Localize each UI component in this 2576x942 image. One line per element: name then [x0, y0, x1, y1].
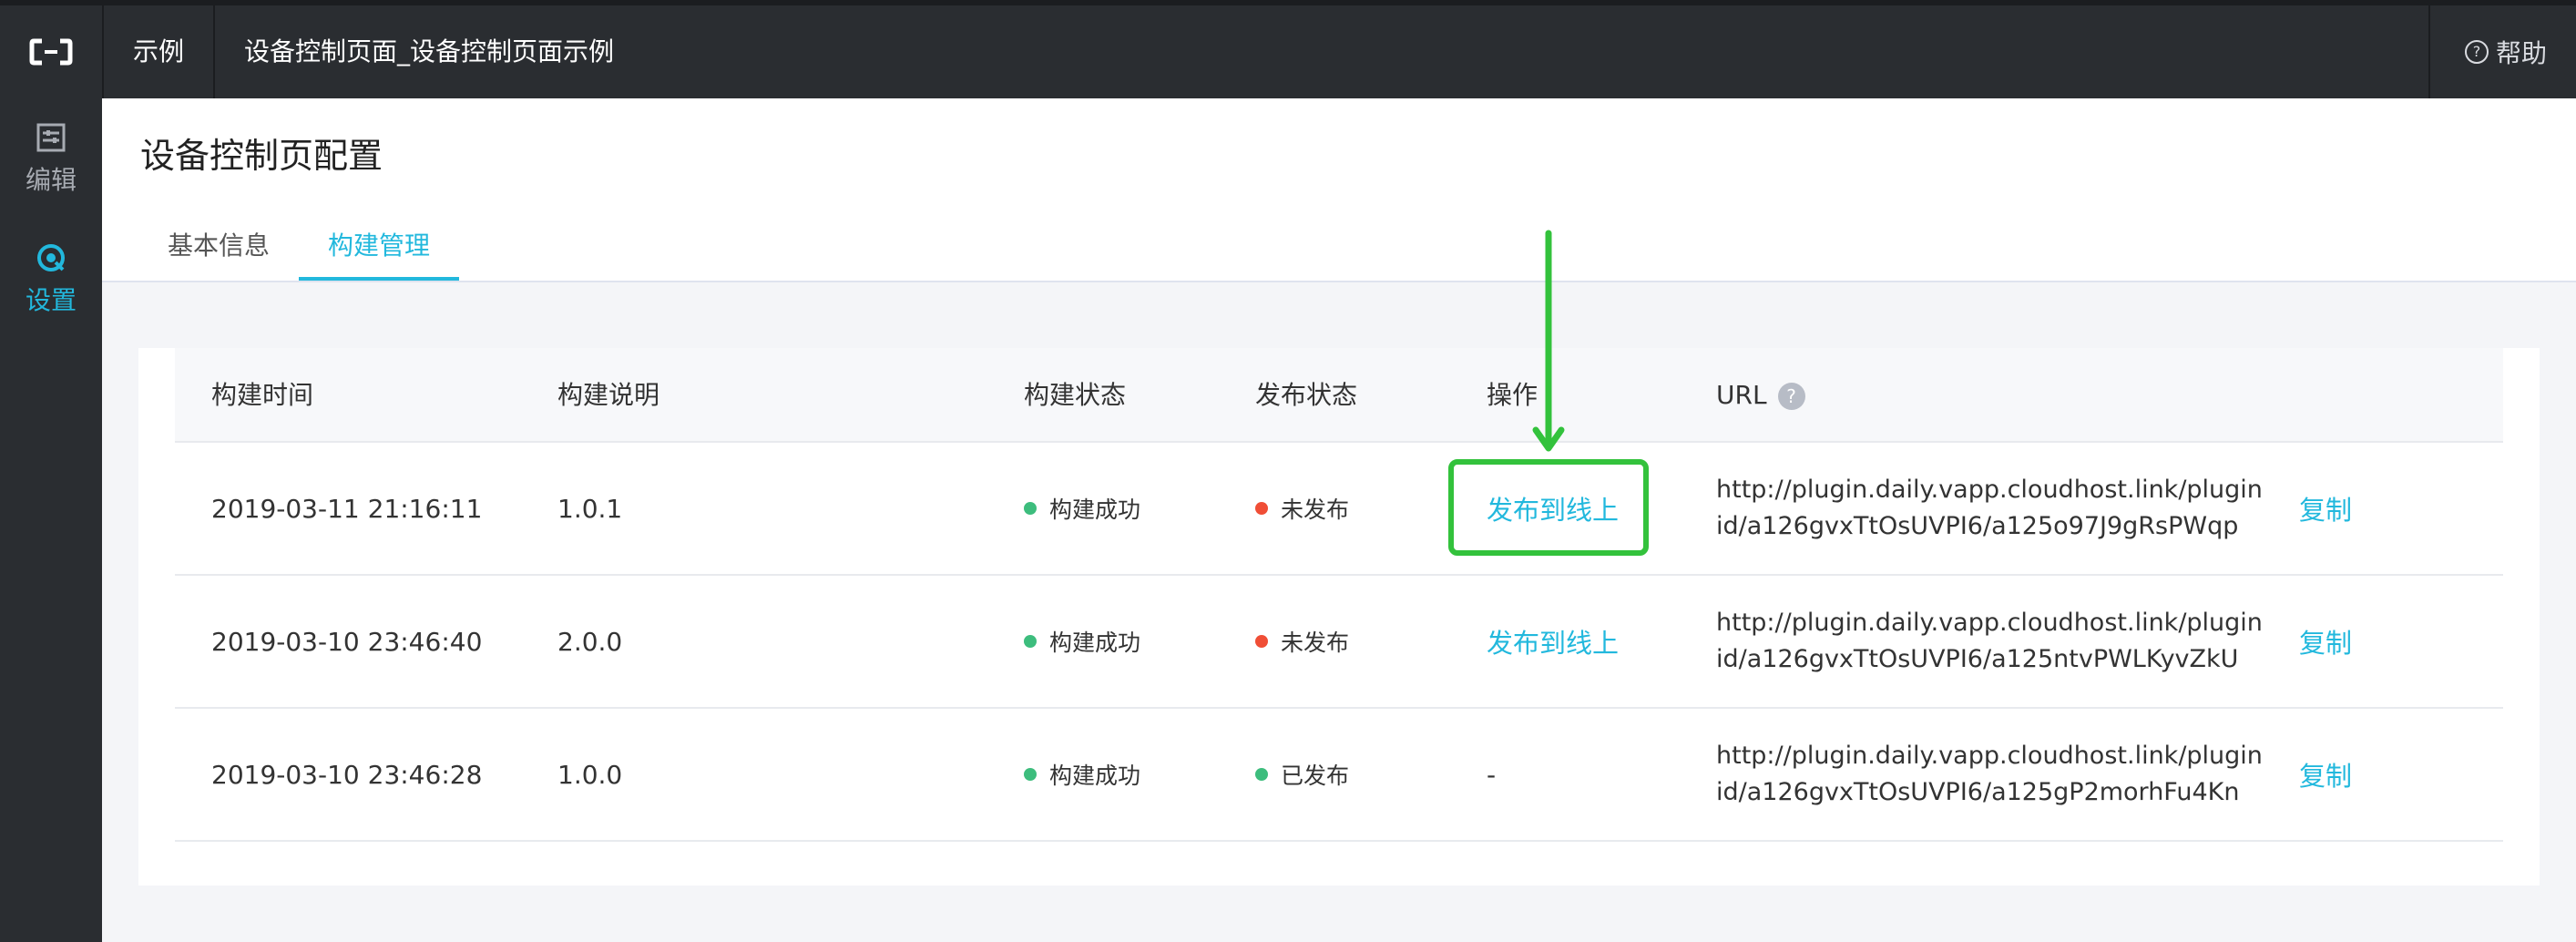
build-time: 2019-03-11 21:16:11 [211, 493, 483, 524]
topbar-divider [2428, 5, 2430, 98]
topbar-divider [213, 5, 215, 98]
copy-link[interactable]: 复制 [2299, 709, 2352, 840]
sidebar-item-edit[interactable]: 编辑 [0, 122, 102, 197]
sidebar-item-label: 设置 [25, 285, 77, 315]
help-button[interactable]: ? 帮助 [2464, 5, 2547, 98]
status-dot [1255, 502, 1268, 515]
publish-status: 未发布 [1255, 576, 1349, 707]
top-bar: 示例 设备控制页面_设备控制页面示例 ? 帮助 [0, 0, 2576, 98]
build-status-text: 构建成功 [1049, 630, 1141, 656]
action-none: - [1487, 759, 1497, 790]
help-circle-icon[interactable]: ? [1777, 383, 1805, 410]
url-line: http://plugin.daily.vapp.cloudhost.link/… [1716, 476, 2263, 504]
status-dot [1024, 502, 1037, 515]
column-header-build-desc: 构建说明 [557, 380, 660, 410]
column-header-publish-status: 发布状态 [1255, 380, 1358, 410]
url-line: http://plugin.daily.vapp.cloudhost.link/… [1716, 609, 2263, 637]
status-dot [1024, 768, 1037, 781]
url-value: http://plugin.daily.vapp.cloudhost.link/… [1716, 709, 2263, 840]
status-dot [1255, 635, 1268, 648]
url-line: id/a126gvxTtOsUVPI6/a125ntvPWLKyvZkU [1716, 645, 2239, 673]
settings-icon [37, 244, 65, 271]
table-row: 2019-03-10 23:46:28 1.0.0 构建成功 已发布 - htt… [175, 709, 2503, 842]
publish-status: 未发布 [1255, 443, 1349, 574]
app-name[interactable]: 示例 [133, 5, 184, 98]
column-header-build-time: 构建时间 [211, 380, 314, 410]
build-time: 2019-03-10 23:46:28 [211, 759, 483, 790]
build-status-text: 构建成功 [1049, 763, 1141, 789]
build-status-text: 构建成功 [1049, 497, 1141, 523]
tab-build-management[interactable]: 构建管理 [328, 226, 430, 281]
table-header: 构建时间 构建说明 构建状态 发布状态 操作 URL? [175, 348, 2503, 443]
build-status: 构建成功 [1024, 709, 1140, 840]
page-title: 设备控制页配置 [140, 136, 383, 176]
status-dot [1024, 635, 1037, 648]
annotation-arrow-icon [1532, 230, 1565, 452]
table-row: 2019-03-11 21:16:11 1.0.1 构建成功 未发布 发布到线上… [175, 443, 2503, 576]
active-tab-indicator [299, 277, 459, 281]
publish-status-text: 未发布 [1281, 497, 1350, 523]
logo[interactable] [0, 5, 102, 98]
topbar-divider [102, 5, 104, 98]
logo-icon [29, 38, 73, 66]
publish-status-text: 未发布 [1281, 630, 1350, 656]
tab-basic-info[interactable]: 基本信息 [168, 226, 270, 281]
url-line: id/a126gvxTtOsUVPI6/a125o97J9gRsPWqp [1716, 512, 2239, 540]
question-circle-icon: ? [2464, 40, 2489, 64]
publish-status-text: 已发布 [1281, 763, 1350, 789]
build-table: 构建时间 构建说明 构建状态 发布状态 操作 URL? 2019-03-11 2… [138, 348, 2540, 886]
url-line: id/a126gvxTtOsUVPI6/a125gP2morhFu4Kn [1716, 778, 2240, 806]
build-status: 构建成功 [1024, 576, 1140, 707]
copy-link[interactable]: 复制 [2299, 443, 2352, 574]
publish-status: 已发布 [1255, 709, 1349, 840]
build-desc: 1.0.0 [557, 759, 623, 790]
copy-link[interactable]: 复制 [2299, 576, 2352, 707]
table-row: 2019-03-10 23:46:40 2.0.0 构建成功 未发布 发布到线上… [175, 576, 2503, 709]
sidebar-item-label: 编辑 [25, 165, 77, 195]
url-header-label: URL [1716, 380, 1767, 410]
sidebar: 编辑 设置 [0, 98, 102, 942]
column-header-url: URL? [1716, 348, 1805, 443]
breadcrumb: 设备控制页面_设备控制页面示例 [244, 36, 615, 67]
status-dot [1255, 768, 1268, 781]
publish-online-link[interactable]: 发布到线上 [1487, 576, 1619, 707]
build-desc: 1.0.1 [557, 493, 623, 524]
url-value: http://plugin.daily.vapp.cloudhost.link/… [1716, 443, 2263, 574]
help-label: 帮助 [2495, 38, 2547, 68]
url-value: http://plugin.daily.vapp.cloudhost.link/… [1716, 576, 2263, 707]
annotation-highlight-box [1448, 459, 1649, 556]
page-header: 设备控制页配置 基本信息 构建管理 [102, 98, 2576, 282]
column-header-build-status: 构建状态 [1024, 380, 1127, 410]
sidebar-item-settings[interactable]: 设置 [0, 242, 102, 317]
url-line: http://plugin.daily.vapp.cloudhost.link/… [1716, 742, 2263, 770]
build-status: 构建成功 [1024, 443, 1140, 574]
build-time: 2019-03-10 23:46:40 [211, 626, 483, 657]
edit-icon [36, 123, 66, 152]
build-desc: 2.0.0 [557, 626, 623, 657]
